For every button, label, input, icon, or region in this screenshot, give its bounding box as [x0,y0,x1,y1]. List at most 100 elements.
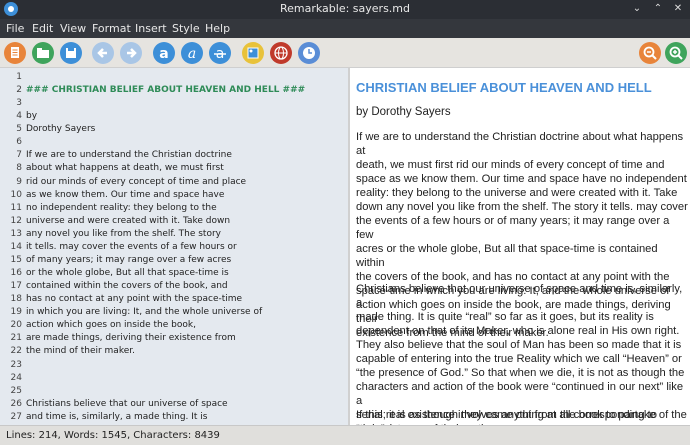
line-number: 22 [10,346,22,357]
line-number: 10 [10,189,22,200]
line-number: 4 [16,111,22,122]
maximize-icon[interactable]: ⌃ [652,3,664,15]
line-number: 24 [10,372,22,383]
preview-text-line: reality: they belong to the universe and… [356,187,678,199]
line-number: 18 [10,294,22,305]
line-text: action which goes on inside the book, [26,320,196,331]
menu-insert[interactable]: Insert [135,22,167,35]
title-bar: Remarkable: sayers.md ⌄ ⌃ ✕ [0,0,690,19]
line-number: 27 [10,411,22,422]
line-text: Christians believe that our universe of … [26,398,228,409]
open-folder-icon[interactable] [32,42,54,64]
line-number: 1 [16,72,22,82]
line-text: rid our minds of every concept of time a… [26,176,247,187]
svg-text:a: a [188,46,196,62]
window-title: Remarkable: sayers.md [279,2,411,15]
preview-text-line: dependent on that of its Maker, who is a… [356,325,680,337]
line-text: as we know them. Our time and space have [26,189,225,200]
bold-icon[interactable]: a [153,42,175,64]
line-text: or the whole globe, But all that space-t… [26,268,229,279]
line-text: the mind of their maker. [26,346,135,357]
status-bar: Lines: 214, Words: 1545, Characters: 843… [0,425,690,445]
menu-file[interactable]: File [6,22,24,35]
line-number: 13 [10,228,22,239]
preview-text-line: characters and action of the book were “… [356,381,684,407]
insert-timestamp-icon[interactable] [298,42,320,64]
line-text: of many years; it may range over a few a… [26,254,232,265]
line-number: 9 [16,176,22,187]
menu-edit[interactable]: Edit [32,22,53,35]
undo-icon[interactable] [92,42,114,64]
line-text: Dorothy Sayers [26,124,96,135]
new-file-icon[interactable] [4,42,26,64]
markdown-editor[interactable]: 1 2 ### CHRISTIAN BELIEF ABOUT HEAVEN AND … [0,68,348,425]
line-number: 21 [10,333,22,344]
preview-heading: CHRISTIAN BELIEF ABOUT HEAVEN AND HELL [356,80,652,95]
line-number: 3 [16,98,22,109]
preview-paragraph: If this real existence involves anything… [356,408,688,425]
preview-text-line: made thing. It is quite “real” so far as… [356,311,654,323]
line-number: 25 [10,385,22,396]
menu-bar: File Edit View Format Insert Style Help [0,19,690,38]
preview-text-line: If this real existence involves anything… [356,409,657,425]
menu-help[interactable]: Help [205,22,230,35]
menu-format[interactable]: Format [92,22,131,35]
line-number: 12 [10,215,22,226]
line-text: no independent reality: they belong to t… [26,202,217,213]
line-number: 6 [16,137,22,148]
line-text: by [26,111,38,122]
preview-text-line: capable of entering into the true Realit… [356,353,682,365]
menu-view[interactable]: View [60,22,86,35]
strikethrough-icon[interactable]: a [209,42,231,64]
minimize-icon[interactable]: ⌄ [631,3,643,15]
preview-byline: by Dorothy Sayers [356,106,451,118]
line-text: about what happens at death, we must fir… [26,163,224,174]
line-text: it tells. may cover the events of a few … [26,241,237,252]
line-text: If we are to understand the Christian do… [26,150,232,161]
preview-text-line: the events of a few hours or of many yea… [356,215,670,241]
line-number: 23 [10,359,22,370]
preview-text-line: death, we must first rid our minds of ev… [356,159,665,171]
svg-text:a: a [159,46,168,62]
close-icon[interactable]: ✕ [672,3,684,15]
line-number: 19 [10,307,22,318]
line-text: and time is, similarly, a made thing. It… [26,411,208,422]
line-number: 11 [10,202,22,213]
preview-text-line: “the presence of God.” So that when we d… [356,367,685,379]
html-preview: CHRISTIAN BELIEF ABOUT HEAVEN AND HELL b… [350,68,690,425]
toolbar: a a a [0,38,690,68]
line-number: 2 [16,85,22,96]
preview-text-line: down any novel you like from the shelf. … [356,201,688,213]
line-number: 14 [10,241,22,252]
line-number: 7 [16,150,22,161]
line-number: 20 [10,320,22,331]
italic-icon[interactable]: a [181,42,203,64]
preview-text-line: Christians believe that our universe of … [356,283,683,309]
zoom-in-icon[interactable] [665,42,687,64]
line-number: 17 [10,281,22,292]
line-number: 26 [10,398,22,409]
menu-style[interactable]: Style [172,22,200,35]
line-text: in which you are living: It, and the who… [26,307,263,318]
preview-text-line: space as we know them. Our time and spac… [356,173,687,185]
line-text: contained within the covers of the book,… [26,281,228,292]
preview-text-line: They also believe that the soul of Man h… [356,339,682,351]
preview-text-line: If we are to understand the Christian do… [356,131,684,157]
insert-link-icon[interactable] [270,42,292,64]
preview-text-line: acres or the whole globe, But all that s… [356,243,658,269]
save-icon[interactable] [60,42,82,64]
line-text: are made things, deriving their existenc… [26,333,236,344]
line-text: has no contact at any point with the spa… [26,294,243,305]
redo-icon[interactable] [120,42,142,64]
line-text: universe and were created with it. Take … [26,215,231,226]
line-text: any novel you like from the shelf. The s… [26,228,221,239]
document-stats: Lines: 214, Words: 1545, Characters: 843… [6,430,220,441]
insert-image-icon[interactable] [242,42,264,64]
line-number: 5 [16,124,22,135]
line-number: 16 [10,268,22,279]
preview-paragraph: Christians believe that our universe of … [356,282,688,425]
line-number: 15 [10,254,22,265]
line-text: ### CHRISTIAN BELIEF ABOUT HEAVEN AND HE… [26,85,306,96]
line-number: 8 [16,163,22,174]
zoom-out-icon[interactable] [639,42,661,64]
